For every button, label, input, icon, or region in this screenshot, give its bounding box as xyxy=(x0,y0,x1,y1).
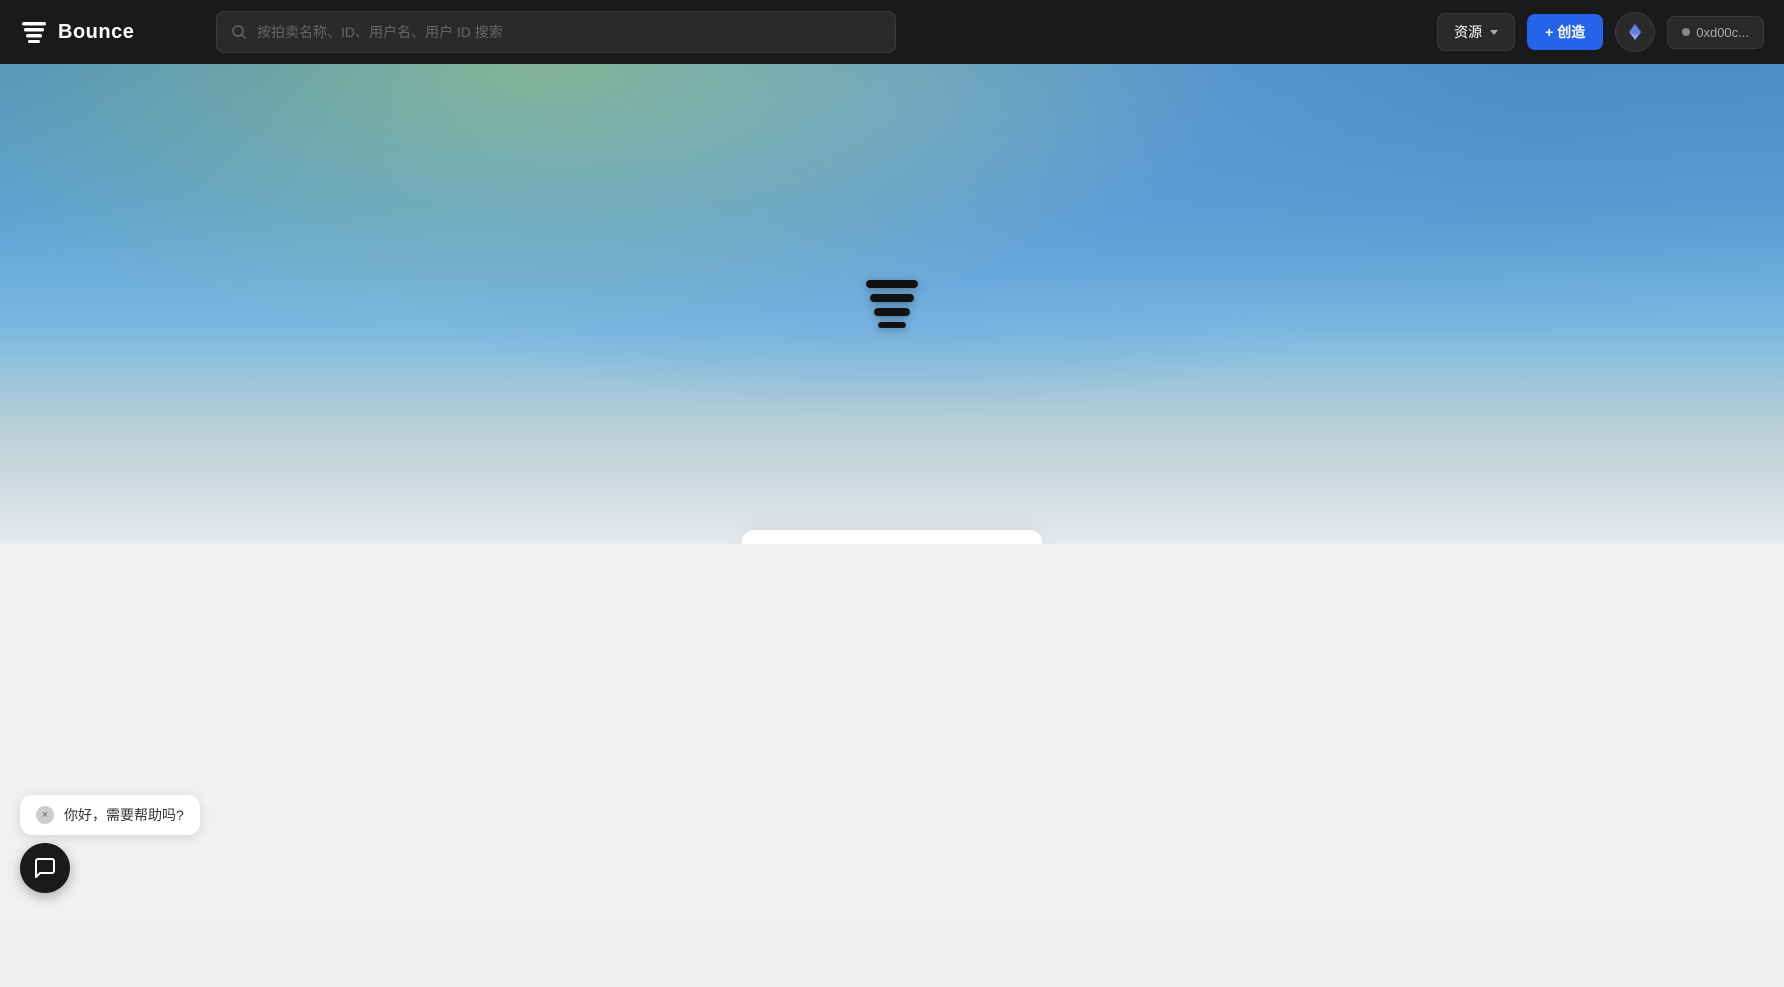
chat-bubble: × 你好，需要帮助吗? xyxy=(20,795,200,835)
navbar: Bounce 资源 + 创造 0 xyxy=(0,0,1784,64)
chat-toggle-button[interactable] xyxy=(20,843,70,893)
chat-widget: × 你好，需要帮助吗? xyxy=(20,795,200,893)
chevron-down-icon xyxy=(1490,30,1498,35)
wallet-status-dot xyxy=(1682,28,1690,36)
wallet-address: 0xd00c... xyxy=(1696,25,1749,40)
hero-section: 项目信息 xyxy=(0,64,1784,544)
search-bar[interactable] xyxy=(216,11,896,53)
project-info-card: 项目信息 xyxy=(742,530,1042,544)
hero-background xyxy=(0,64,1784,544)
bounce-logo-icon xyxy=(20,18,48,46)
create-label: + 创造 xyxy=(1545,22,1585,42)
chat-close-button[interactable]: × xyxy=(36,806,54,824)
logo-area: Bounce xyxy=(20,18,180,46)
ethereum-network-button[interactable] xyxy=(1615,12,1655,52)
search-icon xyxy=(231,24,247,40)
close-icon: × xyxy=(42,809,48,821)
search-container xyxy=(216,11,896,53)
create-button[interactable]: + 创造 xyxy=(1527,14,1603,50)
chat-bubble-text: 你好，需要帮助吗? xyxy=(64,805,184,825)
lower-section xyxy=(0,544,1784,924)
logo-text: Bounce xyxy=(58,21,134,44)
search-input[interactable] xyxy=(257,24,881,40)
hero-logo xyxy=(862,274,922,334)
resources-button[interactable]: 资源 xyxy=(1437,13,1515,51)
wallet-button[interactable]: 0xd00c... xyxy=(1667,16,1764,49)
resources-label: 资源 xyxy=(1454,22,1482,42)
nav-right: 资源 + 创造 0xd00c... xyxy=(1437,12,1764,52)
